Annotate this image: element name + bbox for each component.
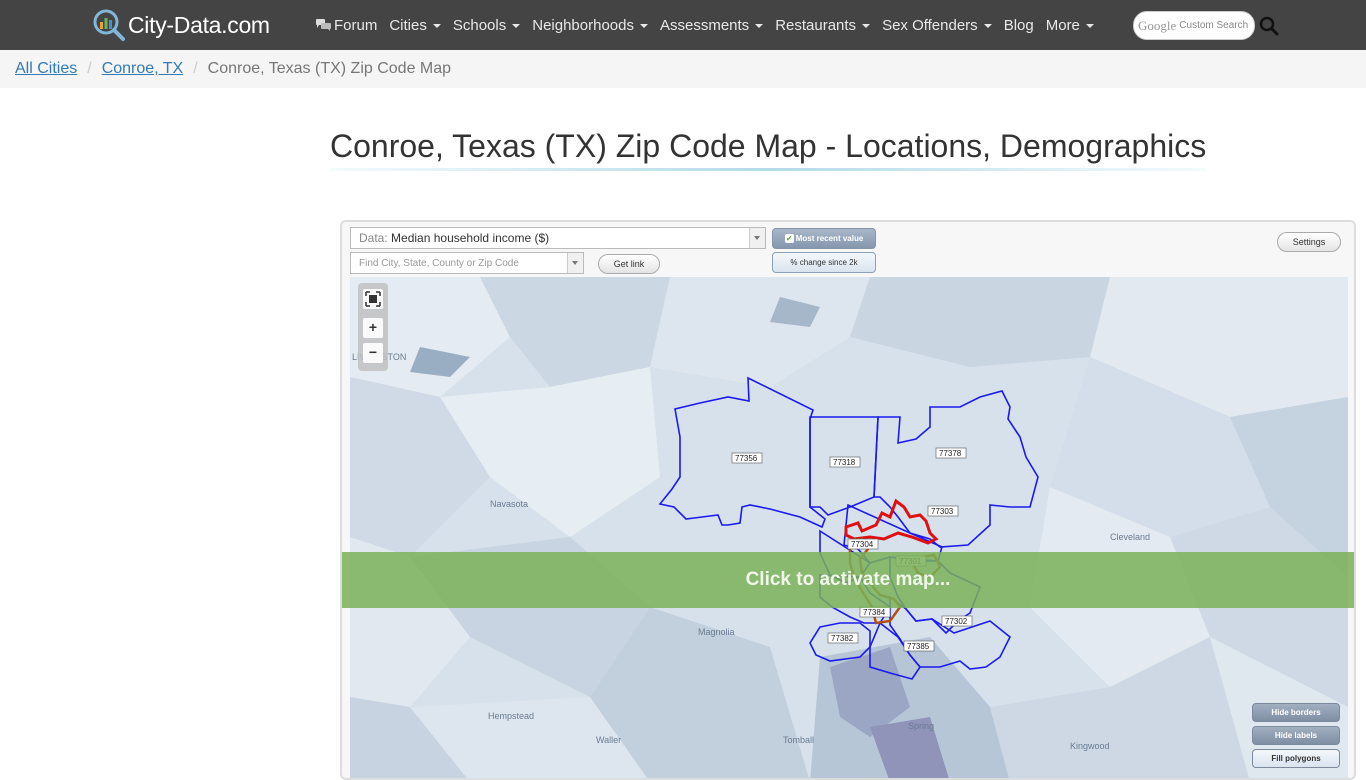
most-recent-label: Most recent value (795, 234, 864, 243)
chevron-down-icon (862, 23, 871, 28)
map-canvas[interactable]: Navasota Cleveland Magnolia Tomball Hemp… (350, 277, 1348, 778)
breadcrumb-separator: / (193, 60, 198, 77)
svg-text:77356: 77356 (735, 454, 758, 463)
chevron-down-icon (512, 23, 521, 28)
nav-more-label: More (1045, 16, 1080, 34)
data-select-value: Median household income ($) (391, 231, 550, 245)
nav-schools-label: Schools (452, 16, 507, 34)
zip-label-77318: 77318 (829, 456, 861, 468)
place-label: Hempstead (488, 711, 534, 721)
chevron-down-icon (432, 23, 441, 28)
data-select-label: Data: (359, 231, 388, 245)
search-input[interactable]: Google Custom Search (1133, 11, 1255, 40)
forum-icon (316, 19, 331, 31)
breadcrumb-separator: / (87, 60, 92, 77)
top-navbar: City-Data.com Forum Cities Schools Neigh… (0, 0, 1366, 50)
svg-text:77304: 77304 (851, 540, 874, 549)
place-label: Kingwood (1070, 741, 1110, 751)
nav-assessments[interactable]: Assessments (654, 17, 769, 34)
place-label: Navasota (490, 499, 528, 509)
fullscreen-icon[interactable] (363, 289, 383, 309)
nav-blog[interactable]: Blog (998, 17, 1040, 34)
change-since-button[interactable]: % change since 2k (772, 252, 876, 273)
nav-assessments-label: Assessments (659, 16, 750, 34)
zip-label-77303: 77303 (927, 505, 959, 517)
nav-cities-label: Cities (389, 16, 427, 34)
zip-label-77384: 77384 (859, 606, 891, 618)
activate-map-overlay[interactable]: Click to activate map... (342, 552, 1354, 608)
zoom-out-button[interactable]: − (363, 343, 383, 363)
zip-label-77302: 77302 (941, 615, 973, 627)
nav-neighborhoods[interactable]: Neighborhoods (526, 17, 654, 34)
nav-sex-offenders-label: Sex Offenders (882, 16, 978, 34)
settings-button[interactable]: Settings (1277, 232, 1341, 252)
get-link-button[interactable]: Get link (598, 254, 660, 274)
chevron-down-icon (1085, 23, 1094, 28)
google-brand: Google (1138, 17, 1177, 33)
main-nav: Forum Cities Schools Neighborhoods Asses… (310, 0, 1100, 50)
place-label: Tomball (783, 735, 814, 745)
breadcrumb: All Cities / Conroe, TX / Conroe, Texas … (0, 50, 1366, 88)
search-icon[interactable] (1259, 16, 1279, 36)
place-label: Spring (908, 721, 934, 731)
find-location-input[interactable]: Find City, State, County or Zip Code (350, 252, 584, 274)
place-label: Waller (596, 735, 621, 745)
nav-forum[interactable]: Forum (310, 17, 383, 34)
hide-labels-button[interactable]: Hide labels (1252, 726, 1340, 745)
zip-label-77378: 77378 (935, 447, 967, 459)
chevron-down-icon (639, 23, 648, 28)
most-recent-value-button[interactable]: ✓ Most recent value (772, 228, 876, 249)
nav-more[interactable]: More (1040, 17, 1100, 34)
nav-sex-offenders[interactable]: Sex Offenders (876, 17, 998, 34)
find-placeholder: Find City, State, County or Zip Code (359, 258, 519, 269)
zoom-control: + − (358, 283, 388, 371)
svg-text:77378: 77378 (939, 449, 962, 458)
nav-cities[interactable]: Cities (383, 17, 447, 34)
nav-neighborhoods-label: Neighborhoods (532, 16, 634, 34)
zip-label-77382: 77382 (827, 632, 859, 644)
site-logo[interactable]: City-Data.com (92, 8, 270, 42)
zoom-in-button[interactable]: + (363, 318, 383, 338)
nav-schools[interactable]: Schools (447, 17, 526, 34)
checkmark-icon: ✓ (784, 234, 794, 244)
nav-restaurants-label: Restaurants (775, 16, 857, 34)
data-select[interactable]: Data: Median household income ($) (350, 227, 766, 249)
breadcrumb-conroe[interactable]: Conroe, TX (102, 60, 184, 78)
nav-restaurants[interactable]: Restaurants (769, 17, 876, 34)
chevron-down-icon (983, 23, 992, 28)
nav-forum-label: Forum (334, 16, 378, 34)
logo-text: City-Data.com (128, 11, 270, 38)
place-label: Magnolia (698, 627, 735, 637)
nav-blog-label: Blog (1003, 16, 1034, 34)
fill-polygons-button[interactable]: Fill polygons (1252, 749, 1340, 768)
zip-label-77356: 77356 (731, 452, 763, 464)
svg-text:77303: 77303 (931, 507, 954, 516)
breadcrumb-all-cities[interactable]: All Cities (15, 60, 77, 78)
chevron-down-icon (755, 23, 764, 28)
svg-text:77318: 77318 (833, 458, 856, 467)
svg-text:77385: 77385 (907, 642, 930, 651)
zip-label-77385: 77385 (903, 640, 935, 652)
map-panel: Data: Median household income ($) Find C… (340, 220, 1356, 780)
chevron-down-icon[interactable] (749, 228, 765, 248)
page-title: Conroe, Texas (TX) Zip Code Map - Locati… (330, 128, 1207, 164)
search-placeholder: Custom Search (1179, 20, 1249, 31)
svg-text:77384: 77384 (863, 608, 886, 617)
map-svg: Navasota Cleveland Magnolia Tomball Hemp… (350, 277, 1348, 778)
svg-text:77302: 77302 (945, 617, 968, 626)
title-underline (330, 168, 1206, 171)
place-label: Cleveland (1110, 532, 1150, 542)
logo-magnifier-icon (93, 9, 125, 41)
zip-label-77304: 77304 (847, 538, 879, 550)
chevron-down-icon[interactable] (567, 253, 583, 273)
hide-borders-button[interactable]: Hide borders (1252, 703, 1340, 722)
breadcrumb-current: Conroe, Texas (TX) Zip Code Map (207, 60, 452, 77)
svg-text:77382: 77382 (831, 634, 854, 643)
